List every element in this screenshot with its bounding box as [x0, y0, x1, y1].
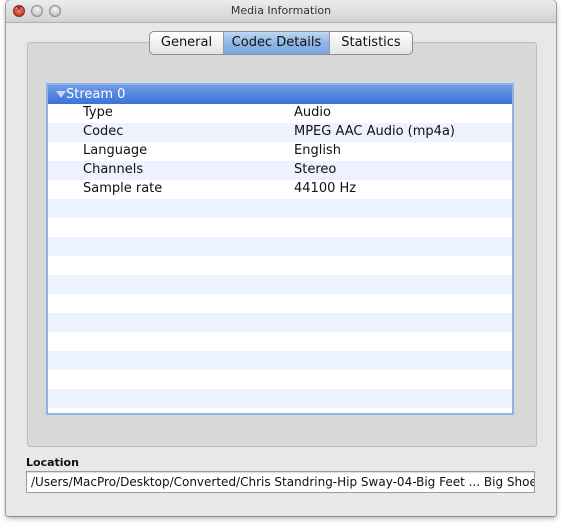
- property-value: MPEG AAC Audio (mp4a): [294, 124, 455, 139]
- tab-bar: General Codec Details Statistics: [149, 31, 413, 55]
- title-bar[interactable]: × Media Information: [6, 0, 556, 23]
- empty-row: [48, 237, 512, 256]
- empty-row: [48, 313, 512, 332]
- stream-header-label: Stream 0: [66, 87, 126, 102]
- empty-row: [48, 370, 512, 389]
- tab-general[interactable]: General: [150, 32, 224, 54]
- empty-row: [48, 275, 512, 294]
- list-item[interactable]: Sample rate 44100 Hz: [48, 180, 512, 199]
- stream-header-row[interactable]: Stream 0: [48, 85, 512, 104]
- codec-details-list[interactable]: Stream 0 Type Audio Codec MPEG AAC Audio…: [46, 83, 514, 415]
- disclosure-triangle-icon[interactable]: [56, 91, 66, 98]
- property-name: Channels: [83, 162, 144, 177]
- property-value: Stereo: [294, 162, 337, 177]
- empty-row: [48, 408, 512, 413]
- media-information-window: × Media Information General Codec Detail…: [6, 0, 556, 516]
- location-label: Location: [26, 456, 79, 469]
- property-value: Audio: [294, 105, 331, 120]
- property-value: English: [294, 143, 341, 158]
- property-name: Sample rate: [83, 181, 163, 196]
- empty-row: [48, 389, 512, 408]
- property-name: Language: [83, 143, 148, 158]
- property-name: Codec: [83, 124, 124, 139]
- list-item[interactable]: Codec MPEG AAC Audio (mp4a): [48, 123, 512, 142]
- property-name: Type: [83, 105, 113, 120]
- list-item[interactable]: Channels Stereo: [48, 161, 512, 180]
- empty-row: [48, 218, 512, 237]
- list-item[interactable]: Language English: [48, 142, 512, 161]
- empty-row: [48, 256, 512, 275]
- empty-row: [48, 199, 512, 218]
- empty-row: [48, 294, 512, 313]
- tab-statistics[interactable]: Statistics: [330, 32, 412, 54]
- tab-codec-details[interactable]: Codec Details: [224, 32, 330, 54]
- location-field[interactable]: /Users/MacPro/Desktop/Converted/Chris St…: [26, 471, 535, 493]
- empty-row: [48, 332, 512, 351]
- property-value: 44100 Hz: [294, 181, 357, 196]
- empty-row: [48, 351, 512, 370]
- list-item[interactable]: Type Audio: [48, 104, 512, 123]
- window-title: Media Information: [230, 4, 332, 17]
